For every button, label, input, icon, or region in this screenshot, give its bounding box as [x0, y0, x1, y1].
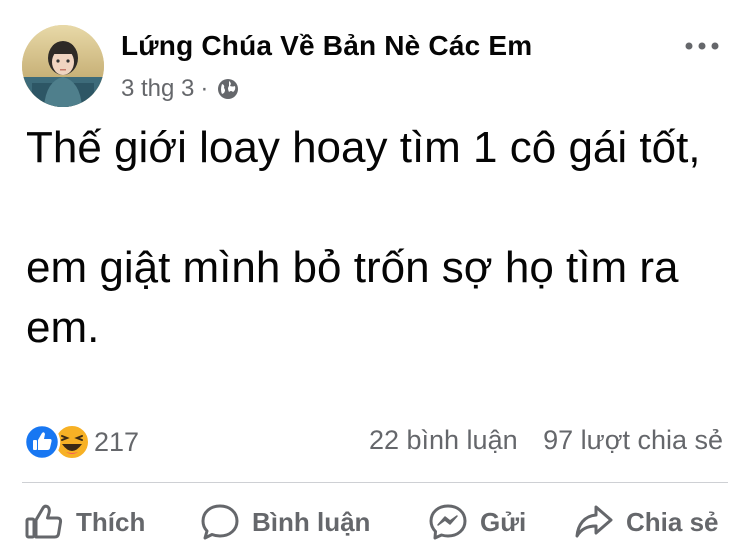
messenger-icon	[429, 504, 467, 540]
post-date[interactable]: 3 thg 3	[121, 75, 194, 103]
engagement-stats: 22 bình luận 97 lượt chia sẻ	[369, 425, 723, 456]
avatar-image	[22, 25, 104, 107]
share-count[interactable]: 97 lượt chia sẻ	[543, 425, 723, 455]
author-name[interactable]: Lứng Chúa Về Bản Nè Các Em	[121, 30, 532, 62]
avatar[interactable]	[22, 25, 104, 107]
send-label: Gửi	[480, 506, 527, 537]
action-bar: Thích Bình luận Gửi Chia sẻ	[0, 497, 750, 547]
post-text-line-1: Thế giới loay hoay tìm 1 cô gái tốt,	[26, 123, 701, 172]
share-label: Chia sẻ	[626, 506, 719, 537]
comment-button[interactable]: Bình luận	[200, 497, 370, 547]
like-button[interactable]: Thích	[24, 497, 145, 547]
send-button[interactable]: Gửi	[428, 497, 526, 547]
share-button[interactable]: Chia sẻ	[574, 497, 719, 547]
reaction-icons	[22, 422, 92, 462]
divider	[22, 482, 728, 483]
globe-icon[interactable]	[216, 77, 240, 101]
post-meta: 3 thg 3 ·	[121, 75, 240, 103]
post-text-line-2: em giật mình bỏ trốn sợ họ tìm ra em.	[26, 243, 679, 352]
comment-icon	[201, 504, 239, 540]
facebook-post: Lứng Chúa Về Bản Nè Các Em 3 thg 3 · Thế…	[0, 0, 750, 558]
thumbs-up-icon	[25, 504, 63, 539]
like-label: Thích	[76, 506, 146, 537]
like-reaction-icon	[23, 423, 61, 461]
reactions-summary[interactable]: 217	[22, 422, 139, 462]
comment-label: Bình luận	[252, 506, 371, 537]
reaction-count: 217	[94, 426, 140, 457]
meta-separator: ·	[200, 75, 209, 102]
share-arrow-icon	[575, 505, 613, 538]
post-text: Thế giới loay hoay tìm 1 cô gái tốt, em …	[26, 118, 716, 358]
comment-count[interactable]: 22 bình luận	[369, 425, 518, 455]
more-options-icon[interactable]	[682, 30, 722, 62]
